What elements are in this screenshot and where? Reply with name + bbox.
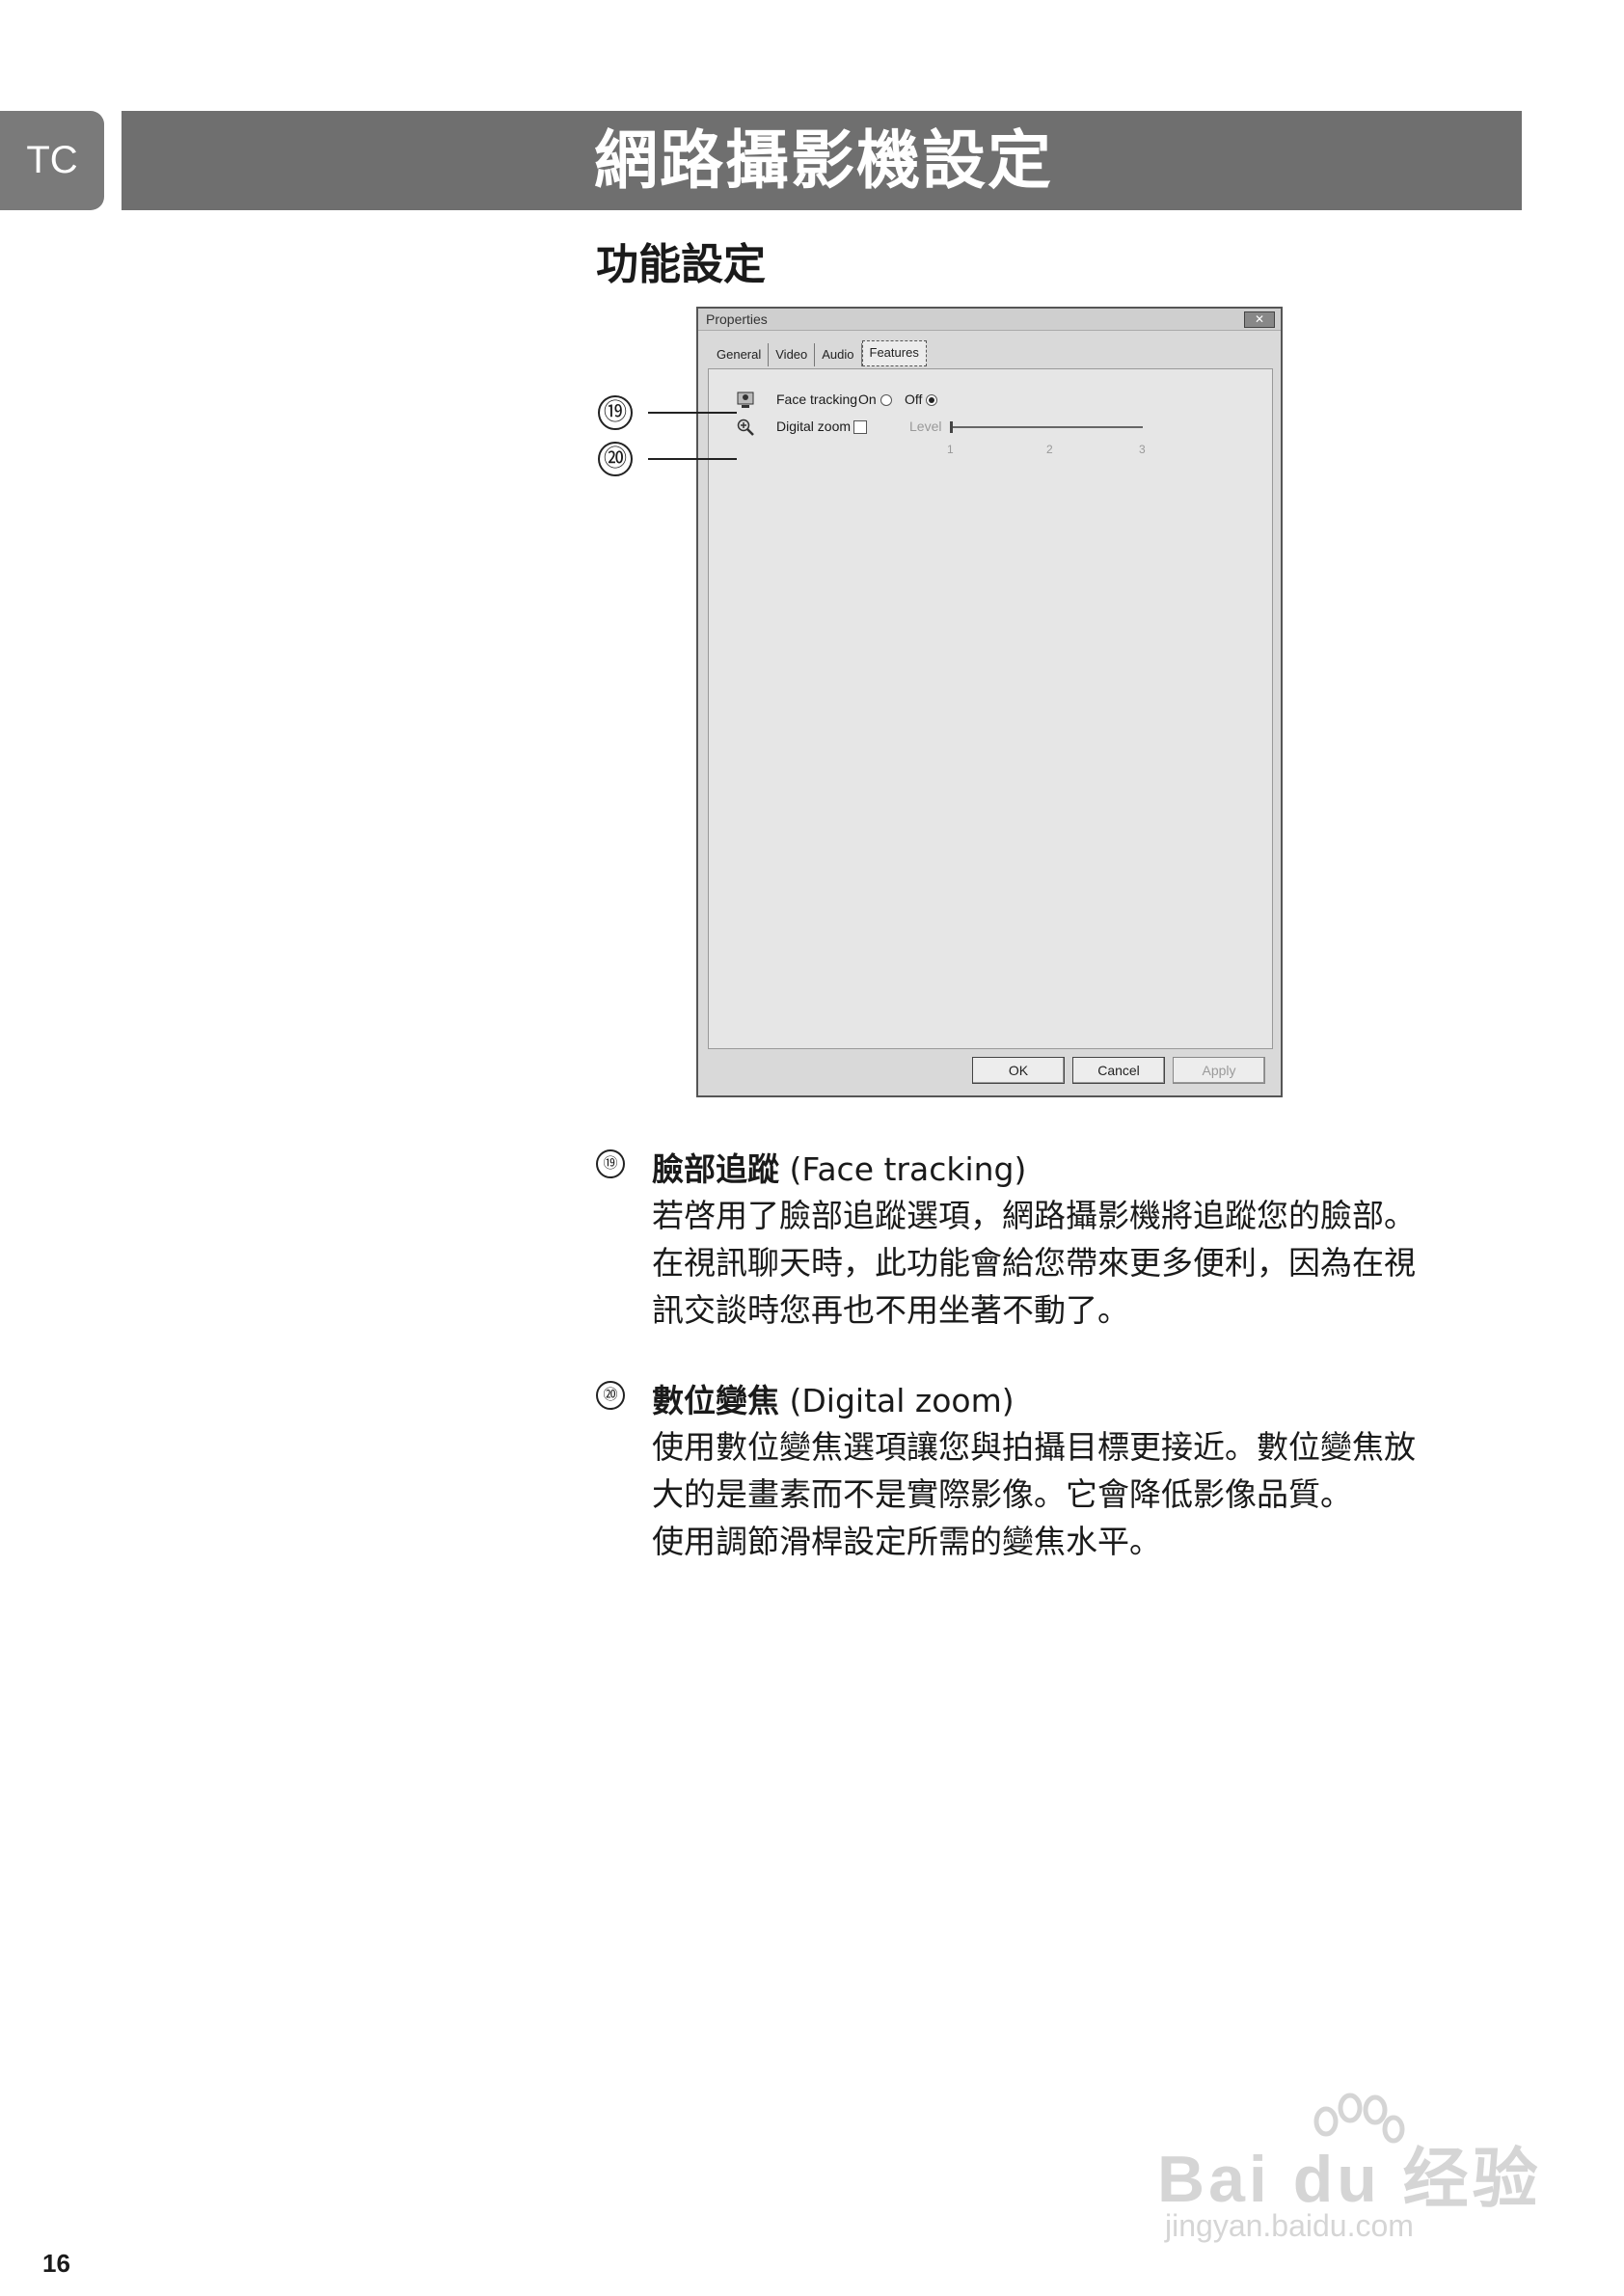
digital-zoom-checkbox[interactable] xyxy=(853,420,867,434)
callout-19-line xyxy=(648,412,737,414)
zoom-tick-label: 3 xyxy=(1139,443,1146,456)
watermark-main: Bai du 经验 xyxy=(1157,2143,1542,2216)
cancel-button[interactable]: Cancel xyxy=(1072,1057,1165,1084)
properties-dialog: Properties ✕ General Video Audio Feature… xyxy=(696,307,1283,1097)
item-title-zh: 臉部追蹤 xyxy=(652,1150,779,1188)
zoom-level-label: Level xyxy=(909,419,942,434)
dialog-title: Properties xyxy=(706,311,768,327)
features-panel: Face tracking On Off Digital zoom Level … xyxy=(708,368,1273,1049)
item-heading: 數位變焦 (Digital zoom) xyxy=(652,1375,1015,1421)
item-line: 大的是畫素而不是實際影像。它會降低影像品質。 xyxy=(652,1475,1352,1513)
item-line: 使用數位變焦選項讓您與拍攝目標更接近。數位變焦放 xyxy=(652,1428,1416,1466)
callout-20: ⑳ xyxy=(598,442,633,476)
item-title-zh: 數位變焦 xyxy=(652,1382,779,1419)
item-line: 訊交談時您再也不用坐著不動了。 xyxy=(652,1291,1129,1329)
zoom-tick-label: 1 xyxy=(947,443,954,456)
page-title: 網路攝影機設定 xyxy=(594,123,1053,198)
baidu-watermark: Bai du 经验 jingyan.baidu.com xyxy=(1157,2093,1562,2266)
callout-19: ⑲ xyxy=(598,395,633,430)
tab-audio[interactable]: Audio xyxy=(815,343,862,366)
item-body: 使用數位變焦選項讓您與拍攝目標更接近。數位變焦放 大的是畫素而不是實際影像。它會… xyxy=(652,1423,1529,1565)
digital-zoom-description: ⑳ 數位變焦 (Digital zoom) 使用數位變焦選項讓您與拍攝目標更接近… xyxy=(596,1375,1522,1568)
zoom-level-slider-thumb[interactable] xyxy=(950,421,953,433)
tab-features[interactable]: Features xyxy=(861,340,927,366)
face-tracking-off-label: Off xyxy=(905,392,923,407)
face-tracking-off-option[interactable]: Off xyxy=(905,392,938,407)
face-tracking-off-radio[interactable] xyxy=(926,394,938,407)
face-tracking-description: ⑲ 臉部追蹤 (Face tracking) 若啓用了臉部追蹤選項，網路攝影機將… xyxy=(596,1144,1522,1337)
zoom-tick-label: 2 xyxy=(1046,443,1053,456)
language-tab: TC xyxy=(0,111,104,210)
ok-button[interactable]: OK xyxy=(972,1057,1065,1084)
apply-button[interactable]: Apply xyxy=(1173,1057,1265,1084)
item-heading: 臉部追蹤 (Face tracking) xyxy=(652,1144,1026,1190)
tab-general[interactable]: General xyxy=(710,343,770,366)
page-number: 16 xyxy=(42,2249,70,2278)
page-header: 網路攝影機設定 xyxy=(122,111,1522,210)
face-tracking-on-label: On xyxy=(858,392,877,407)
item-title-en: (Face tracking) xyxy=(789,1150,1027,1188)
item-body: 若啓用了臉部追蹤選項，網路攝影機將追蹤您的臉部。 在視訊聊天時，此功能會給您帶來… xyxy=(652,1192,1529,1334)
callout-20-line xyxy=(648,458,737,460)
close-button[interactable]: ✕ xyxy=(1244,311,1275,328)
section-title: 功能設定 xyxy=(596,240,766,289)
zoom-icon xyxy=(737,419,754,436)
digital-zoom-label: Digital zoom xyxy=(776,419,852,434)
watermark-sub: jingyan.baidu.com xyxy=(1165,2208,1414,2243)
item-number: ⑳ xyxy=(596,1381,625,1410)
item-number: ⑲ xyxy=(596,1149,625,1178)
item-line: 使用調節滑桿設定所需的變焦水平。 xyxy=(652,1523,1161,1560)
dialog-titlebar: Properties ✕ xyxy=(698,309,1281,331)
item-title-en: (Digital zoom) xyxy=(789,1382,1015,1419)
face-tracking-icon xyxy=(737,392,754,408)
face-tracking-on-option[interactable]: On xyxy=(858,392,892,407)
item-line: 在視訊聊天時，此功能會給您帶來更多便利，因為在視 xyxy=(652,1244,1416,1282)
zoom-level-slider[interactable] xyxy=(950,426,1143,428)
item-line: 若啓用了臉部追蹤選項，網路攝影機將追蹤您的臉部。 xyxy=(652,1197,1416,1234)
face-tracking-on-radio[interactable] xyxy=(880,394,892,407)
face-tracking-label: Face tracking xyxy=(776,392,858,407)
tab-bar: General Video Audio Features xyxy=(710,340,927,366)
tab-video[interactable]: Video xyxy=(769,343,816,366)
